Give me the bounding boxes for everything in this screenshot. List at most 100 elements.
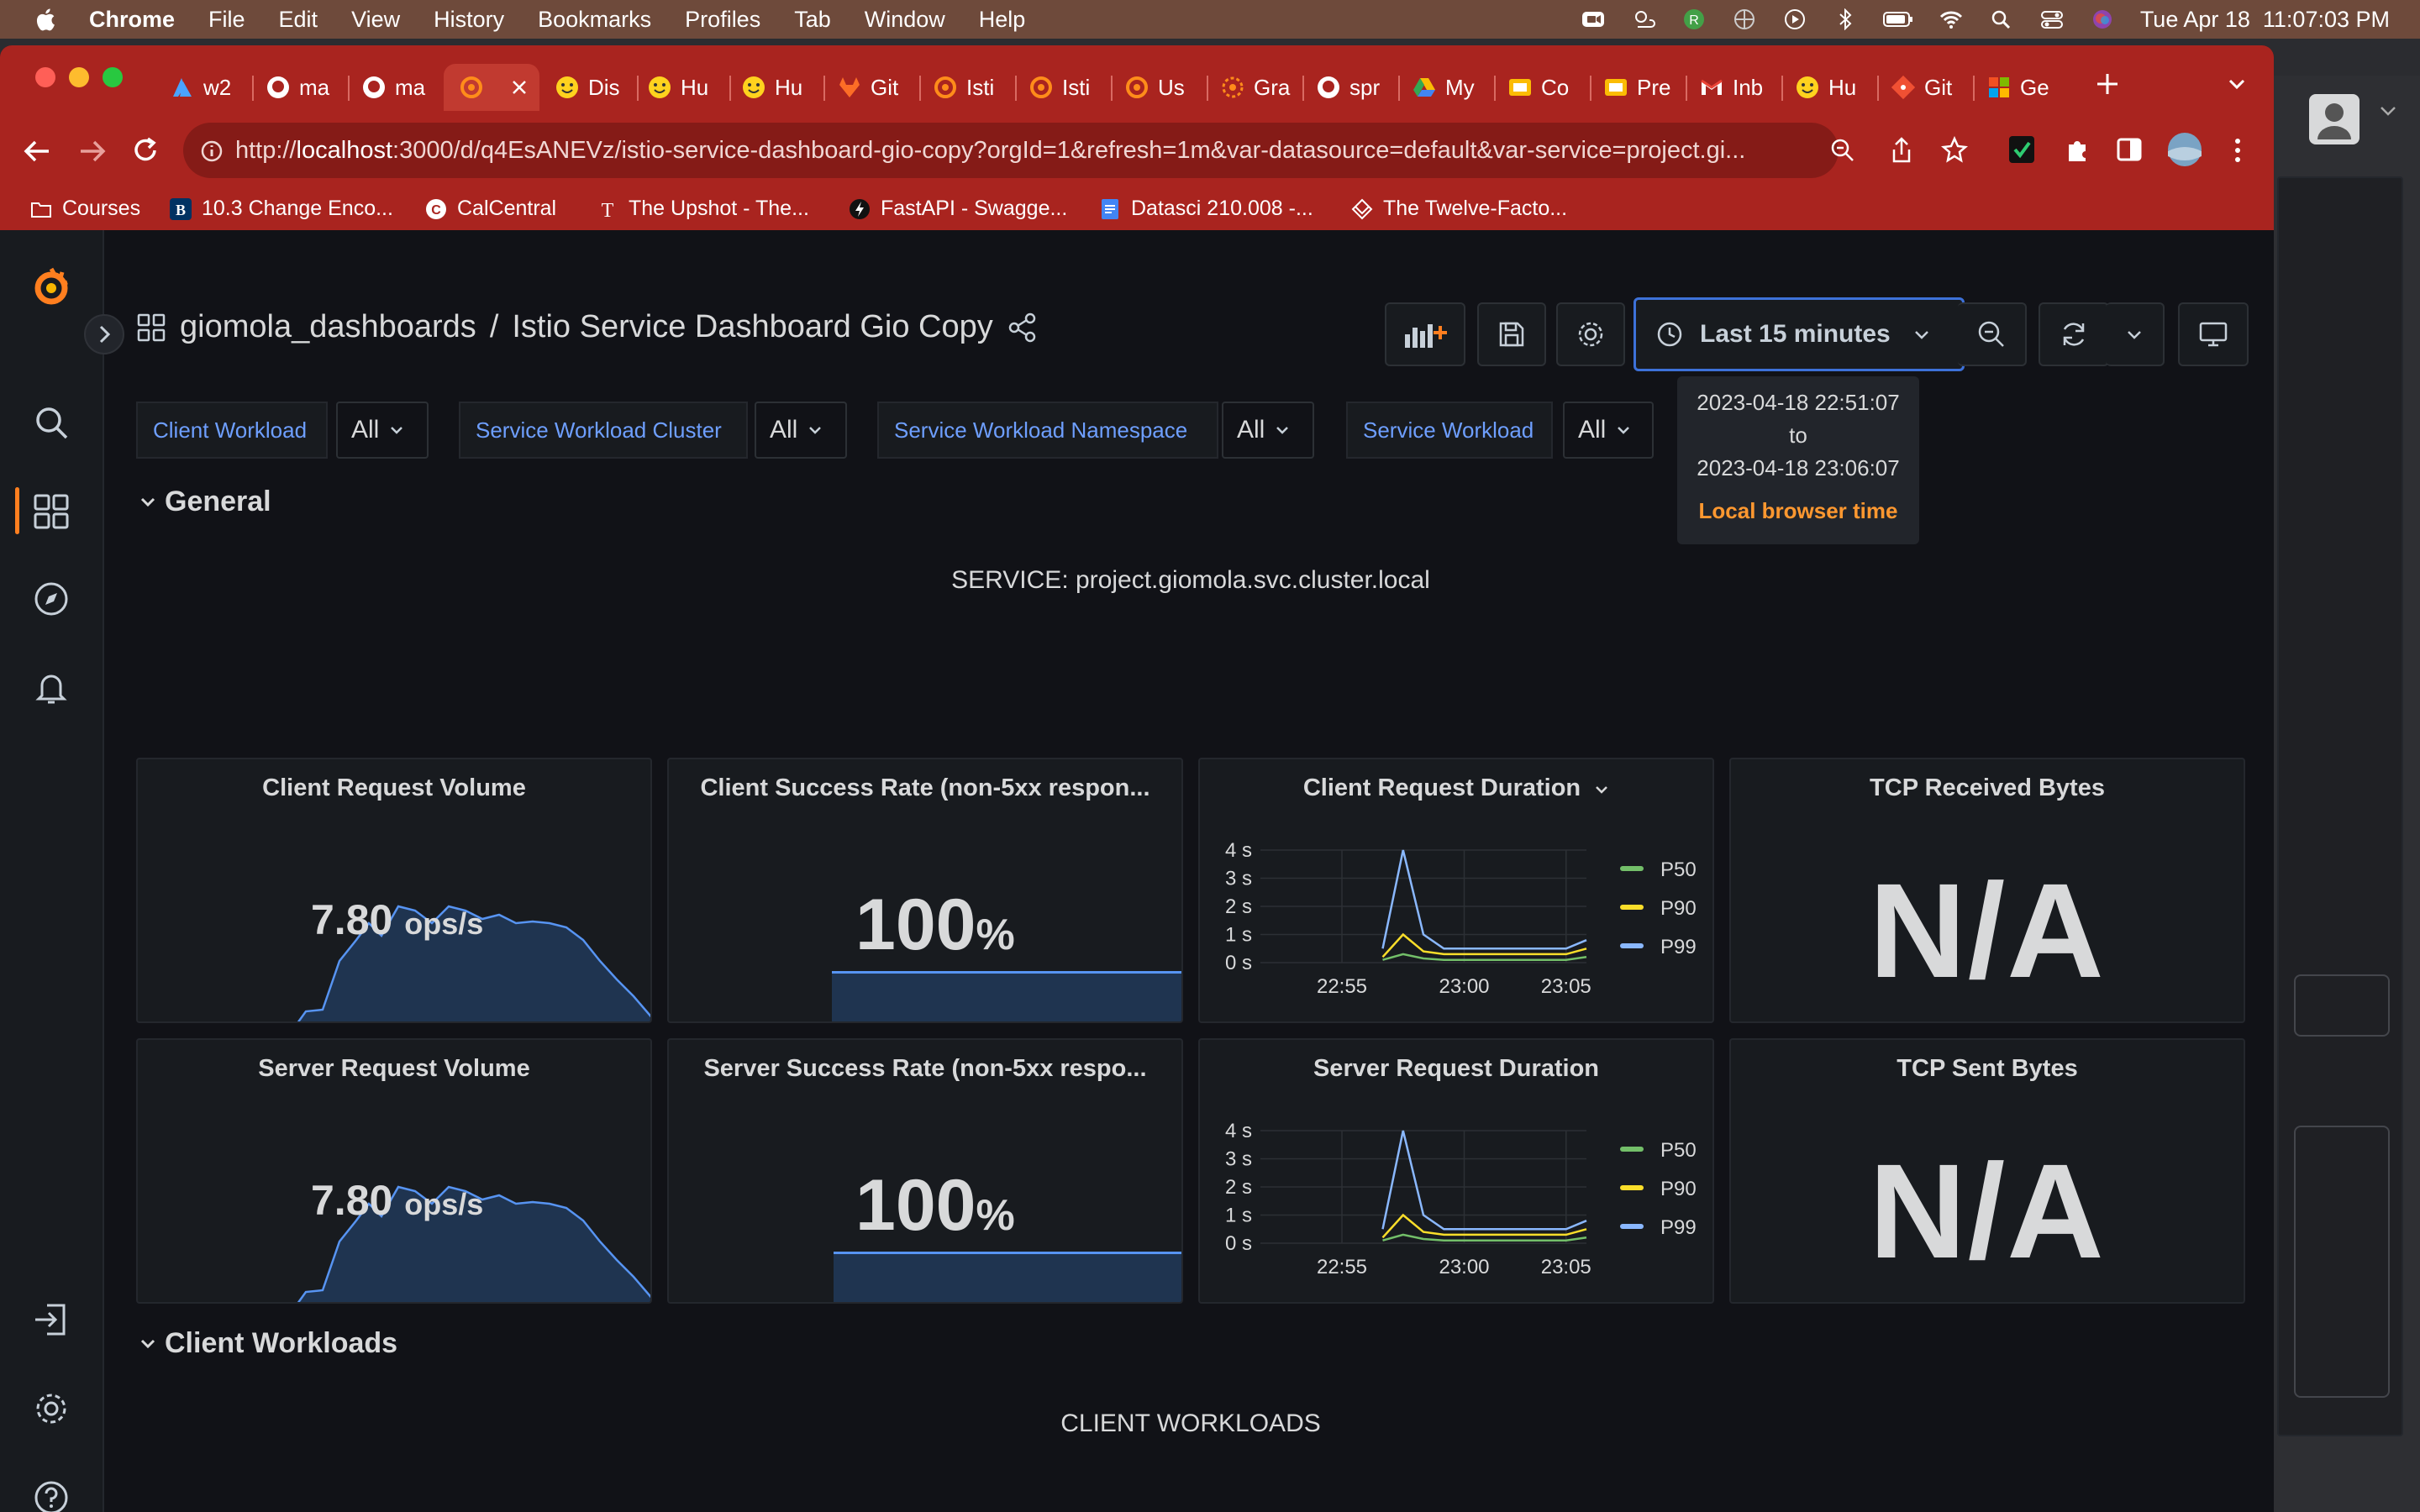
url-text[interactable]: http://localhost:3000/d/q4EsANEVz/istio-… [235, 137, 1798, 165]
legend-label[interactable]: P99 [1660, 1216, 1697, 1239]
variable-select-service-workload-namespace[interactable]: All [1222, 402, 1314, 459]
tab[interactable]: Dis [555, 64, 620, 111]
tab[interactable]: w2 [170, 64, 231, 111]
menu-file[interactable]: File [208, 7, 245, 33]
explore-icon[interactable] [32, 580, 71, 618]
zoom-icon[interactable] [1581, 8, 1606, 30]
dashboards-icon[interactable] [32, 492, 71, 531]
panel-client-success-rate[interactable]: Client Success Rate (non-5xx respon... 1… [667, 758, 1183, 1023]
tab[interactable]: Ge [1986, 64, 2049, 111]
control-center-icon[interactable] [2039, 8, 2065, 30]
help-icon[interactable] [32, 1478, 71, 1512]
bookmark-link[interactable]: The Twelve-Facto... [1351, 197, 1567, 221]
zoom-page-icon[interactable] [1830, 138, 1855, 163]
bookmark-link[interactable]: C CalCentral [425, 197, 556, 221]
panel-server-request-duration[interactable]: Server Request Duration 0 s1 s2 s3 s4 s2… [1198, 1038, 1714, 1304]
menu-edit[interactable]: Edit [279, 7, 318, 33]
tab[interactable]: Isti [1028, 64, 1090, 111]
profile-avatar[interactable] [2166, 131, 2203, 168]
grammarly-extension-icon[interactable] [2008, 134, 2035, 165]
alerting-bell-icon[interactable] [32, 669, 71, 707]
legend-label[interactable]: P50 [1660, 858, 1697, 881]
tab[interactable]: Gra [1220, 64, 1290, 111]
menu-tab[interactable]: Tab [794, 7, 831, 33]
minimize-window-button[interactable] [69, 67, 89, 87]
tv-mode-button[interactable] [2178, 302, 2249, 366]
tab[interactable]: Pre [1603, 64, 1670, 111]
close-tab-icon[interactable] [511, 79, 528, 96]
dashboard-settings-button[interactable] [1556, 302, 1625, 366]
bookmark-link[interactable]: T The Upshot - The... [597, 197, 809, 221]
expand-sidebar-button[interactable] [84, 314, 124, 354]
panel-server-success-rate[interactable]: Server Success Rate (non-5xx respo... 10… [667, 1038, 1183, 1304]
weather-icon[interactable] [1631, 8, 1656, 30]
menu-view[interactable]: View [351, 7, 400, 33]
vpn-icon[interactable] [1732, 8, 1757, 30]
menu-window[interactable]: Window [865, 7, 945, 33]
tab[interactable]: ma [266, 64, 329, 111]
panel-server-request-volume[interactable]: Server Request Volume 7.80 ops/s [136, 1038, 652, 1304]
time-range-picker[interactable]: Last 15 minutes [1634, 297, 1965, 371]
legend-label[interactable]: P90 [1660, 1178, 1697, 1200]
bookmark-link[interactable]: B 10.3 Change Enco... [170, 197, 393, 221]
battery-icon[interactable] [1882, 8, 1913, 30]
forward-icon[interactable] [77, 138, 108, 165]
dashboard-title[interactable]: Istio Service Dashboard Gio Copy [512, 309, 992, 345]
save-dashboard-button[interactable] [1477, 302, 1546, 366]
panel-client-request-volume[interactable]: Client Request Volume 7.80 ops/s [136, 758, 652, 1023]
siri-icon[interactable] [2090, 8, 2115, 30]
bluetooth-icon[interactable] [1833, 8, 1858, 30]
extensions-icon[interactable] [2064, 136, 2091, 163]
panel-tcp-received-bytes[interactable]: TCP Received Bytes N/A [1729, 758, 2245, 1023]
chrome-menu-icon[interactable] [2232, 136, 2244, 165]
menubar-clock[interactable]: Tue Apr 18 11:07:03 PM [2140, 7, 2390, 33]
close-window-button[interactable] [35, 67, 55, 87]
menu-history[interactable]: History [434, 7, 504, 33]
bookmark-folder-courses[interactable]: Courses [30, 197, 140, 221]
settings-gear-icon[interactable] [32, 1389, 71, 1428]
tab[interactable]: Hu [1795, 64, 1856, 111]
legend-label[interactable]: P50 [1660, 1139, 1697, 1162]
tab[interactable]: Inb [1699, 64, 1763, 111]
folder-link[interactable]: giomola_dashboards [180, 309, 476, 345]
variable-select-service-workload[interactable]: All [1563, 402, 1654, 459]
apple-icon[interactable] [34, 7, 57, 32]
tab[interactable]: Co [1507, 64, 1569, 111]
search-icon[interactable] [32, 403, 71, 442]
tab-active[interactable] [444, 64, 539, 111]
tab[interactable]: spr [1316, 64, 1380, 111]
tab[interactable]: ma [361, 64, 425, 111]
side-panel-icon[interactable] [2116, 136, 2143, 163]
bookmark-link[interactable]: Datasci 210.008 -... [1099, 197, 1313, 221]
address-bar[interactable]: http://localhost:3000/d/q4EsANEVz/istio-… [183, 123, 1854, 178]
grafana-logo-icon[interactable] [29, 264, 74, 309]
row-client-workloads[interactable]: Client Workloads [139, 1327, 397, 1360]
bookmark-star-icon[interactable] [1941, 136, 1968, 163]
tab[interactable]: Hu [741, 64, 802, 111]
user-r-icon[interactable]: R [1681, 8, 1707, 30]
play-icon[interactable] [1782, 8, 1807, 30]
variable-select-service-workload-cluster[interactable]: All [755, 402, 847, 459]
share-dashboard-icon[interactable] [1007, 312, 1039, 344]
share-icon[interactable] [1889, 136, 1914, 165]
legend-label[interactable]: P90 [1660, 897, 1697, 920]
row-general[interactable]: General [139, 486, 271, 518]
tab-search-icon[interactable] [2227, 76, 2247, 92]
bookmark-link[interactable]: FastAPI - Swagge... [849, 197, 1067, 221]
tab[interactable]: My [1412, 64, 1475, 111]
refresh-interval-dropdown[interactable] [2106, 302, 2165, 366]
panel-tcp-sent-bytes[interactable]: TCP Sent Bytes N/A [1729, 1038, 2245, 1304]
menu-help[interactable]: Help [979, 7, 1026, 33]
site-info-icon[interactable] [200, 139, 224, 163]
tab[interactable]: Us [1124, 64, 1185, 111]
spotlight-icon[interactable] [1989, 8, 2014, 30]
refresh-button[interactable] [2039, 302, 2109, 366]
zoom-out-time-button[interactable] [1958, 302, 2027, 366]
tab[interactable]: Isti [933, 64, 994, 111]
menu-bookmarks[interactable]: Bookmarks [538, 7, 651, 33]
variable-select-client-workload[interactable]: All [336, 402, 429, 459]
menu-app-name[interactable]: Chrome [89, 7, 175, 33]
zoom-window-button[interactable] [103, 67, 123, 87]
legend-label[interactable]: P99 [1660, 936, 1697, 958]
tab[interactable]: Hu [647, 64, 708, 111]
